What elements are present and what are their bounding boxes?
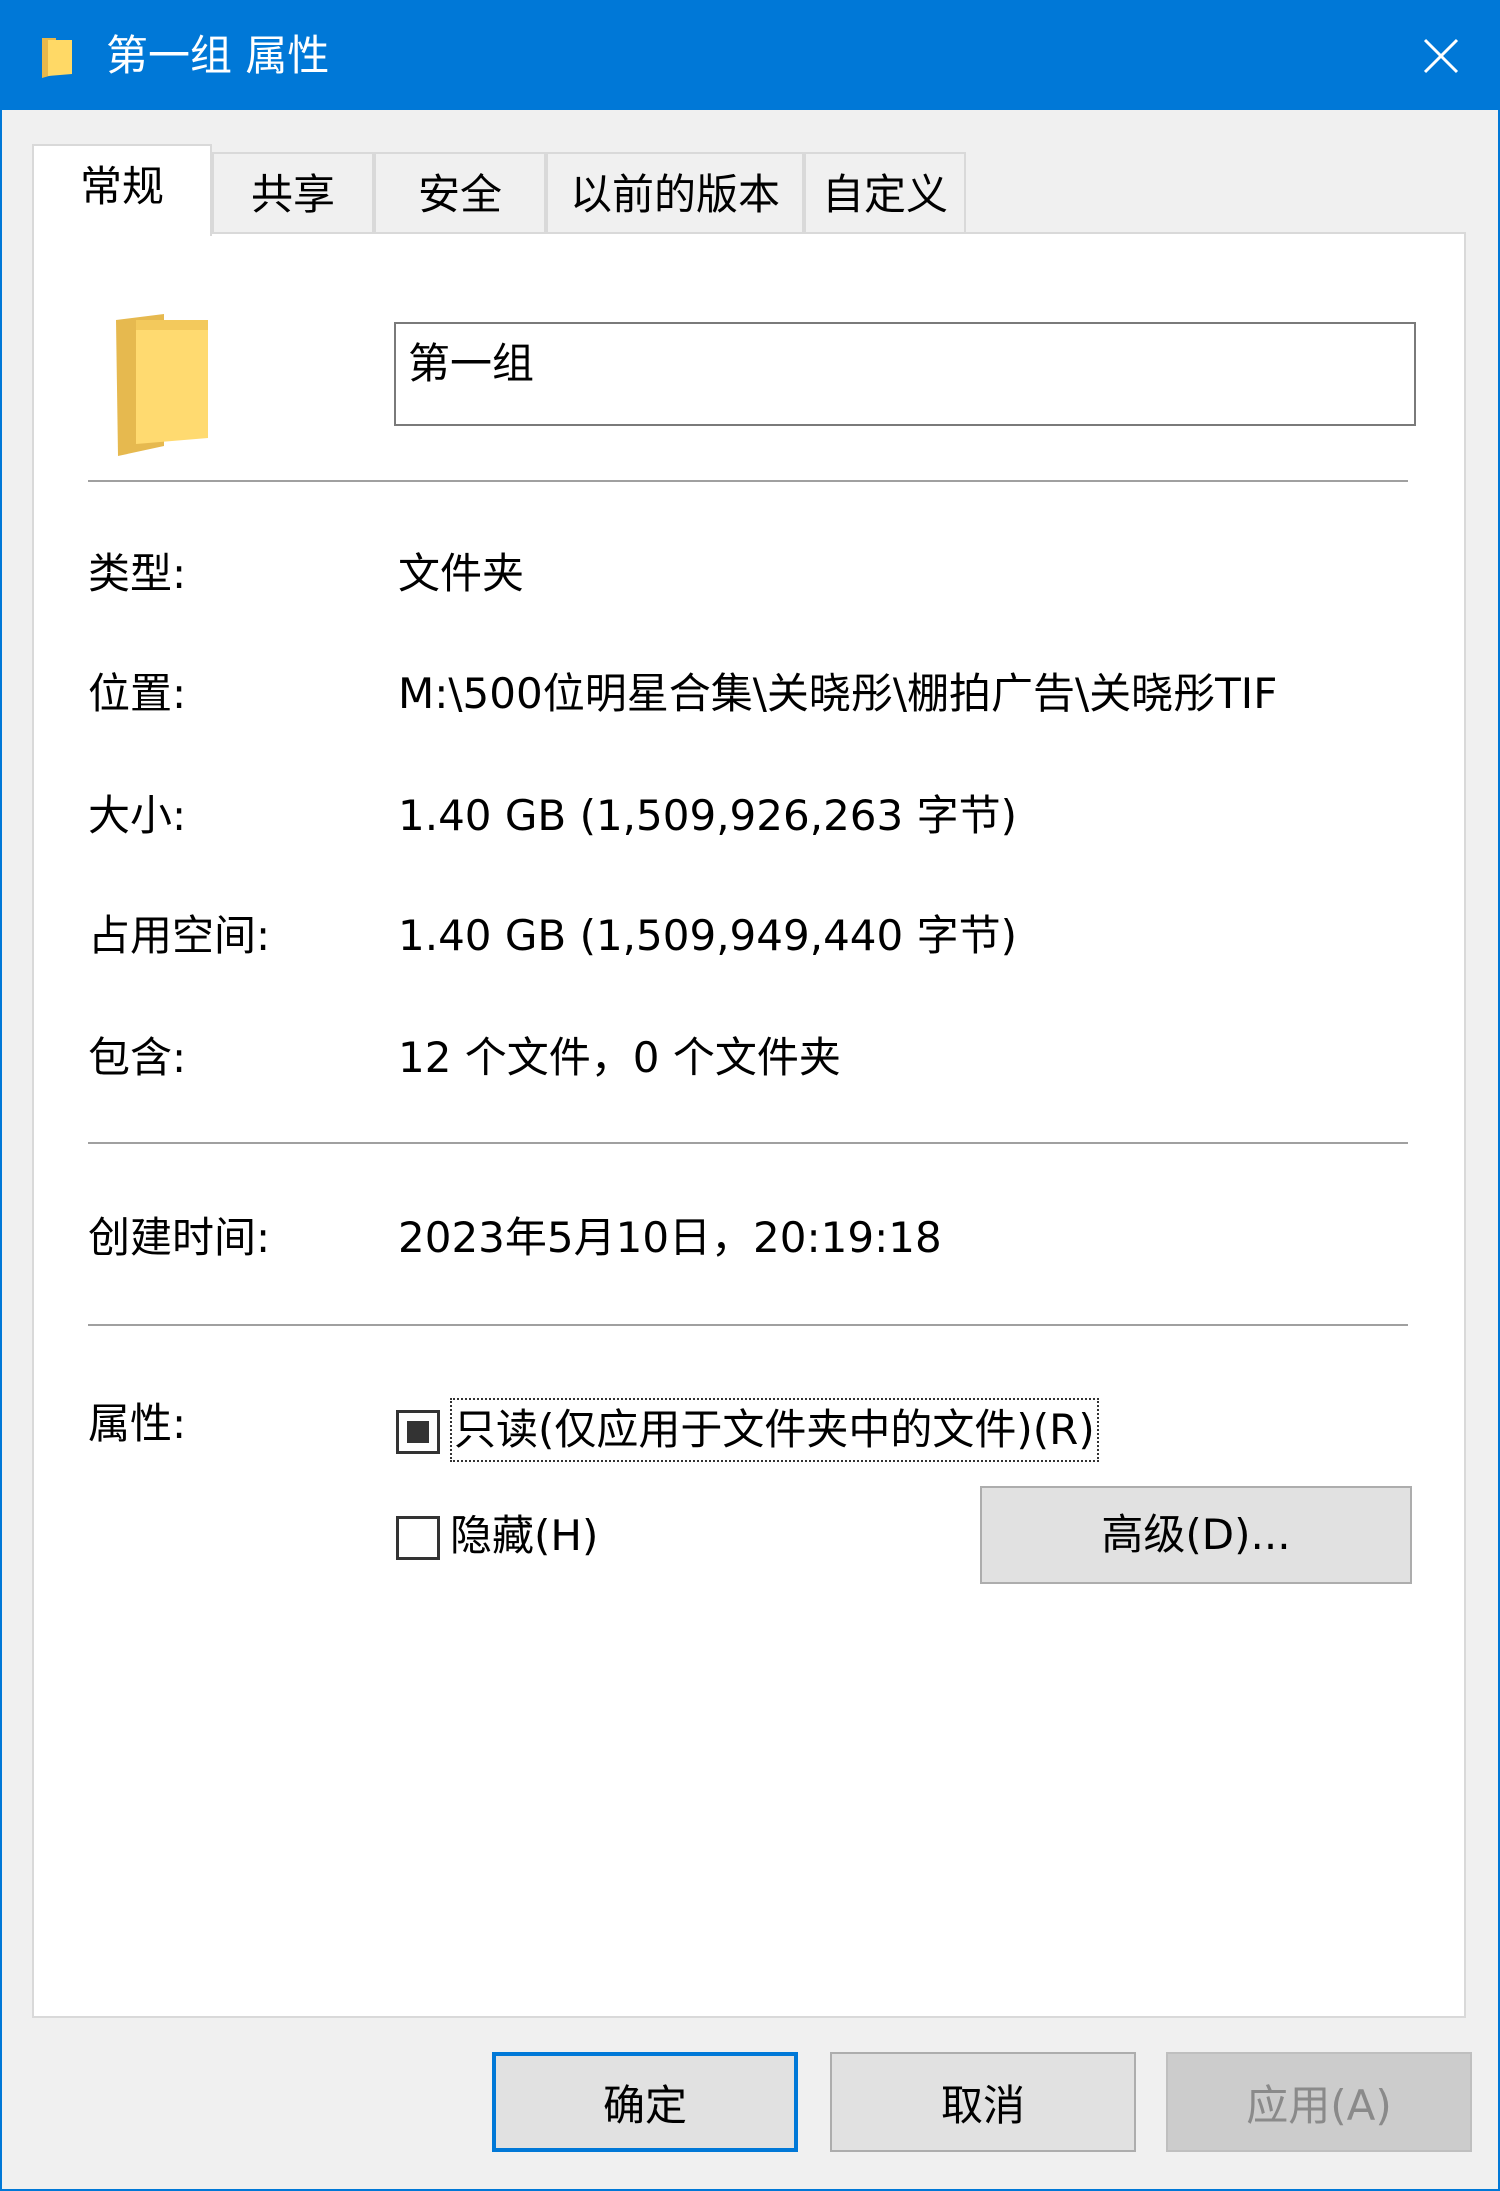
apply-button[interactable]: 应用(A) — [1166, 2052, 1472, 2152]
advanced-button[interactable]: 高级(D)... — [980, 1486, 1412, 1584]
hidden-checkbox[interactable] — [396, 1516, 440, 1560]
attributes-label: 属性: — [88, 1399, 187, 1448]
title-bar[interactable]: 第一组 属性 — [2, 2, 1498, 110]
contains-label: 包含: — [88, 1033, 187, 1082]
hidden-label[interactable]: 隐藏(H) — [450, 1506, 598, 1566]
contains-value: 12 个文件，0 个文件夹 — [398, 1033, 841, 1082]
ok-button[interactable]: 确定 — [492, 2052, 798, 2152]
properties-dialog: 第一组 属性 常规 共享 安全 以前的版本 自定义 第一组 类型: 文件夹 位置… — [0, 0, 1500, 2191]
type-value: 文件夹 — [398, 549, 525, 598]
readonly-checkbox[interactable] — [396, 1410, 440, 1454]
location-label: 位置: — [88, 669, 187, 718]
size-label: 大小: — [88, 791, 187, 840]
created-value: 2023年5月10日，20:19:18 — [398, 1213, 942, 1262]
tab-sharing[interactable]: 共享 — [212, 152, 374, 234]
general-panel: 第一组 类型: 文件夹 位置: M:\500位明星合集\关晓彤\棚拍广告\关晓彤… — [32, 232, 1466, 2018]
close-icon — [1423, 38, 1459, 74]
tab-previous-versions[interactable]: 以前的版本 — [546, 152, 804, 234]
size-value: 1.40 GB (1,509,926,263 字节) — [398, 791, 1017, 840]
divider — [88, 480, 1408, 482]
size-on-disk-label: 占用空间: — [88, 911, 271, 960]
size-on-disk-value: 1.40 GB (1,509,949,440 字节) — [398, 911, 1017, 960]
divider — [88, 1324, 1408, 1326]
divider — [88, 1142, 1408, 1144]
tab-security[interactable]: 安全 — [374, 152, 546, 234]
tab-customize[interactable]: 自定义 — [804, 152, 966, 234]
created-label: 创建时间: — [88, 1213, 271, 1262]
cancel-button[interactable]: 取消 — [830, 2052, 1136, 2152]
close-button[interactable] — [1384, 2, 1498, 110]
location-value: M:\500位明星合集\关晓彤\棚拍广告\关晓彤TIF — [398, 669, 1278, 718]
window-title: 第一组 属性 — [106, 31, 330, 80]
folder-icon — [106, 310, 226, 458]
folder-name-input[interactable]: 第一组 — [394, 322, 1416, 426]
type-label: 类型: — [88, 549, 187, 598]
tab-general[interactable]: 常规 — [32, 144, 212, 236]
readonly-label[interactable]: 只读(仅应用于文件夹中的文件)(R) — [450, 1398, 1099, 1462]
folder-icon — [38, 34, 78, 80]
